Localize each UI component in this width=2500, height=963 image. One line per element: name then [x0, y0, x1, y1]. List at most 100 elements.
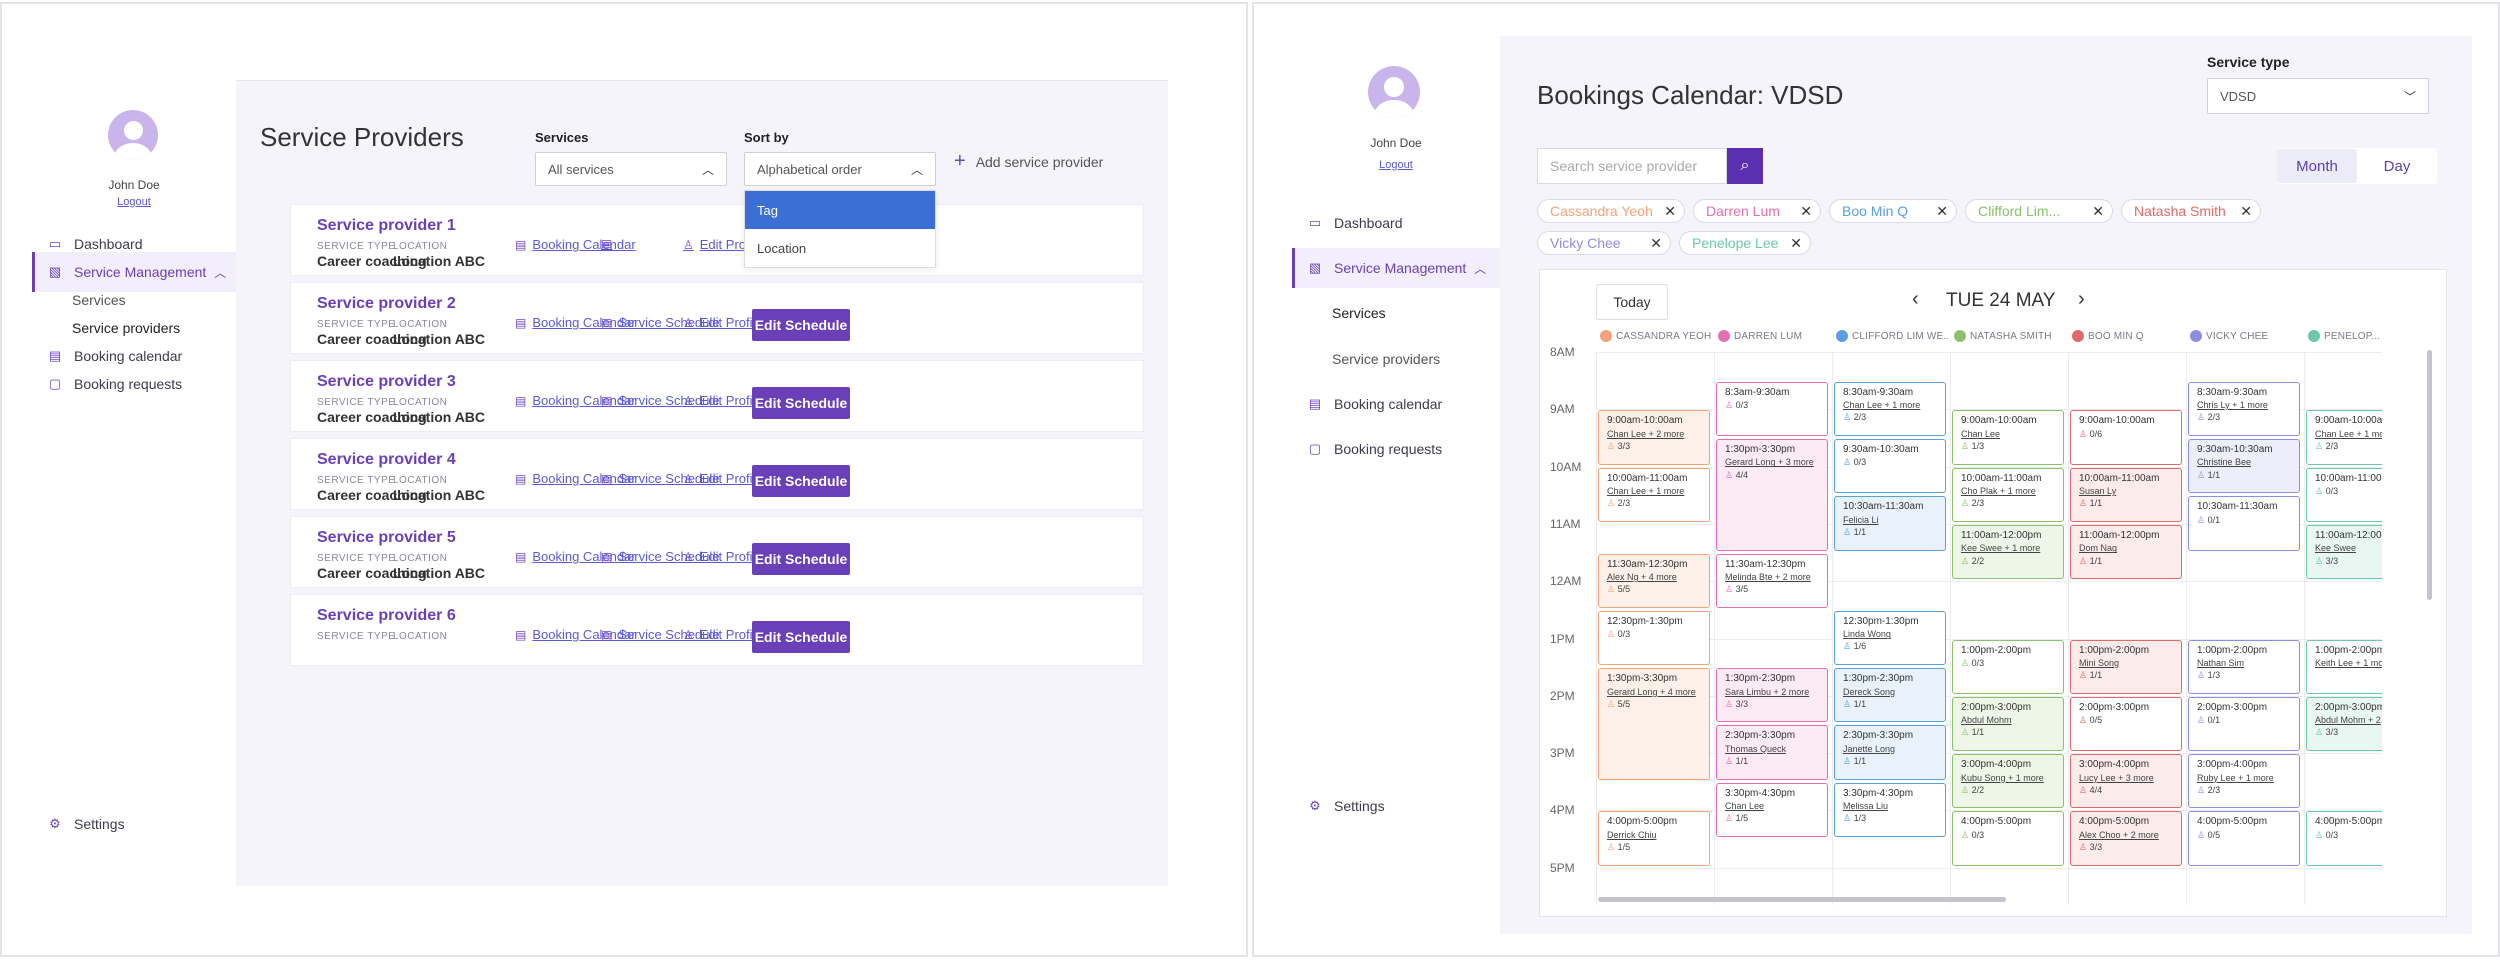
- booking-event[interactable]: 2:00pm-3:00pm Abdul Mohm ♙ 1/1: [1952, 696, 2064, 752]
- logout-link[interactable]: Logout: [1292, 159, 1500, 171]
- provider-name[interactable]: Service provider 4: [317, 451, 456, 469]
- logout-link[interactable]: Logout: [32, 196, 236, 208]
- event-attendees[interactable]: Abdul Mohm: [1961, 714, 2055, 726]
- booking-event[interactable]: 11:00am-12:00pm Dom Nag ♙ 1/1: [2070, 524, 2182, 580]
- booking-event[interactable]: 11:00am-12:00pm Kee Swee + 1 more ♙ 2/2: [1952, 524, 2064, 580]
- edit-profile-link[interactable]: ♙ Edit Profile: [683, 471, 763, 486]
- booking-event[interactable]: 8:3am-9:30am ♙ 0/3: [1716, 381, 1828, 436]
- booking-event[interactable]: 1:30pm-2:30pm Dereck Song ♙ 1/1: [1834, 668, 1946, 723]
- booking-event[interactable]: 1:30pm-3:30pm Gerard Long + 3 more ♙ 4/4: [1716, 438, 1828, 551]
- booking-event[interactable]: 4:00pm-5:00pm Derrick Chiu ♙ 1/5: [1598, 811, 1710, 866]
- booking-event[interactable]: 12:30pm-1:30pm ♙ 0/3: [1598, 610, 1710, 666]
- event-attendees[interactable]: Kee Swee: [2315, 542, 2382, 554]
- booking-event[interactable]: 9:00am-10:00am ♙ 0/6: [2070, 410, 2182, 465]
- booking-event[interactable]: 11:00am-12:00pmKee Swee♙ 3/3: [2306, 524, 2382, 580]
- event-attendees[interactable]: Gerard Long + 3 more: [1725, 456, 1819, 468]
- booking-event[interactable]: 10:30am-11:30am ♙ 0/1: [2188, 496, 2300, 551]
- provider-name[interactable]: Service provider 1: [317, 217, 456, 235]
- booking-event[interactable]: 2:30pm-3:30pm Thomas Queck ♙ 1/1: [1716, 725, 1828, 780]
- event-attendees[interactable]: Dereck Song: [1843, 686, 1937, 698]
- sidebar-item-service-management[interactable]: ▧ Service Management ︿: [1292, 248, 1500, 288]
- booking-event[interactable]: 3:00pm-4:00pm Lucy Lee + 3 more ♙ 4/4: [2070, 754, 2182, 809]
- services-filter-select[interactable]: All services ︿: [535, 152, 727, 186]
- sidebar-item-services[interactable]: Services: [1292, 293, 1500, 333]
- event-attendees[interactable]: Chan Lee + 1 more: [1843, 399, 1937, 411]
- edit-profile-link[interactable]: ♙ Edit Profile: [683, 627, 763, 642]
- event-attendees[interactable]: Susan Ly: [2079, 485, 2173, 497]
- booking-event[interactable]: 3:00pm-4:00pm Ruby Lee + 1 more ♙ 2/3: [2188, 754, 2300, 809]
- sidebar-item-booking-requests[interactable]: ▢ Booking requests: [32, 364, 236, 404]
- sidebar-item-dashboard[interactable]: ▭ Dashboard: [1292, 203, 1500, 243]
- edit-schedule-button[interactable]: Edit Schedule: [752, 387, 850, 419]
- event-attendees[interactable]: Sara Limbu + 2 more: [1725, 686, 1819, 698]
- booking-event[interactable]: 10:00am-11:00am♙ 0/3: [2306, 467, 2382, 522]
- sort-option-tag[interactable]: Tag: [745, 191, 935, 229]
- event-attendees[interactable]: Chan Lee: [1725, 800, 1819, 812]
- event-attendees[interactable]: Kee Swee + 1 more: [1961, 542, 2055, 554]
- provider-name[interactable]: Service provider 3: [317, 373, 456, 391]
- event-attendees[interactable]: Chan Lee + 1 more: [1607, 485, 1701, 497]
- event-attendees[interactable]: Chan Lee + 1 more: [2315, 428, 2382, 440]
- sidebar-item-booking-requests[interactable]: ▢ Booking requests: [1292, 429, 1500, 469]
- event-attendees[interactable]: Gerard Long + 4 more: [1607, 686, 1701, 698]
- booking-event[interactable]: 3:30pm-4:30pm Melissa Liu ♙ 1/3: [1834, 782, 1946, 838]
- search-input[interactable]: Search service provider: [1537, 148, 1727, 184]
- booking-event[interactable]: 2:00pm-3:00pm ♙ 0/1: [2188, 696, 2300, 752]
- close-icon[interactable]: ✕: [1800, 203, 1812, 220]
- booking-event[interactable]: 9:30am-10:30am ♙ 0/3: [1834, 438, 1946, 494]
- edit-schedule-button[interactable]: Edit Schedule: [752, 543, 850, 575]
- event-attendees[interactable]: Linda Wong: [1843, 628, 1937, 640]
- provider-name[interactable]: Service provider 5: [317, 529, 456, 547]
- event-attendees[interactable]: Ruby Lee + 1 more: [2197, 772, 2291, 784]
- service-schedule-link[interactable]: ▤: [601, 237, 618, 251]
- event-attendees[interactable]: Kubu Song + 1 more: [1961, 772, 2055, 784]
- month-view-button[interactable]: Month: [2277, 149, 2357, 183]
- close-icon[interactable]: ✕: [1650, 235, 1662, 252]
- chevron-left-icon[interactable]: ‹: [1912, 288, 1919, 311]
- event-attendees[interactable]: Melinda Bte + 2 more: [1725, 571, 1819, 583]
- service-type-select[interactable]: VDSD ﹀: [2207, 78, 2429, 114]
- event-attendees[interactable]: Derrick Chiu: [1607, 829, 1701, 841]
- sidebar-item-settings[interactable]: ⚙ Settings: [1292, 786, 1500, 826]
- booking-event[interactable]: 1:30pm-2:30pm Sara Limbu + 2 more ♙ 3/3: [1716, 668, 1828, 723]
- booking-event[interactable]: 10:00am-11:00am Cho Plak + 1 more ♙ 2/3: [1952, 467, 2064, 522]
- booking-event[interactable]: 1:00pm-2:00pm Nathan Sim ♙ 1/3: [2188, 639, 2300, 694]
- booking-event[interactable]: 3:00pm-4:00pm Kubu Song + 1 more ♙ 2/2: [1952, 754, 2064, 809]
- event-attendees[interactable]: Janette Long: [1843, 743, 1937, 755]
- event-attendees[interactable]: Thomas Queck: [1725, 743, 1819, 755]
- edit-profile-link[interactable]: ♙ Edit Profile: [683, 315, 763, 330]
- booking-event[interactable]: 4:00pm-5:00pm ♙ 0/5: [2188, 811, 2300, 866]
- event-attendees[interactable]: Alex Ng + 4 more: [1607, 571, 1701, 583]
- search-button[interactable]: ⌕: [1727, 148, 1763, 184]
- booking-event[interactable]: 10:00am-11:00am Susan Ly ♙ 1/1: [2070, 467, 2182, 522]
- chevron-right-icon[interactable]: ›: [2078, 288, 2085, 311]
- event-attendees[interactable]: Christine Bee: [2197, 456, 2291, 468]
- event-attendees[interactable]: Mini Song: [2079, 657, 2173, 669]
- booking-event[interactable]: 1:00pm-2:00pm Mini Song ♙ 1/1: [2070, 639, 2182, 694]
- event-attendees[interactable]: Felicia Li: [1843, 514, 1937, 526]
- booking-event[interactable]: 1:00pm-2:00pm ♙ 0/3: [1952, 639, 2064, 694]
- booking-event[interactable]: 9:30am-10:30am Christine Bee ♙ 1/1: [2188, 438, 2300, 494]
- booking-event[interactable]: 10:30am-11:30am Felicia Li ♙ 1/1: [1834, 496, 1946, 551]
- event-attendees[interactable]: Cho Plak + 1 more: [1961, 485, 2055, 497]
- event-attendees[interactable]: Chan Lee: [1961, 428, 2055, 440]
- booking-event[interactable]: 1:00pm-2:00pmKeith Lee + 1 more: [2306, 639, 2382, 694]
- provider-name[interactable]: Service provider 2: [317, 295, 456, 313]
- today-button[interactable]: Today: [1596, 284, 1668, 320]
- event-attendees[interactable]: Chan Lee + 2 more: [1607, 428, 1701, 440]
- edit-schedule-button[interactable]: Edit Schedule: [752, 309, 850, 341]
- edit-profile-link[interactable]: ♙ Edit Profile: [683, 393, 763, 408]
- provider-name[interactable]: Service provider 6: [317, 607, 456, 625]
- booking-event[interactable]: 9:00am-10:00am Chan Lee + 2 more ♙ 3/3: [1598, 410, 1710, 465]
- event-attendees[interactable]: Melissa Liu: [1843, 800, 1937, 812]
- booking-event[interactable]: 4:00pm-5:00pm ♙ 0/3: [1952, 811, 2064, 866]
- event-attendees[interactable]: Lucy Lee + 3 more: [2079, 772, 2173, 784]
- booking-event[interactable]: 3:30pm-4:30pm Chan Lee ♙ 1/5: [1716, 782, 1828, 838]
- event-attendees[interactable]: Dom Nag: [2079, 542, 2173, 554]
- horizontal-scrollbar[interactable]: [1598, 897, 2006, 902]
- vertical-scrollbar[interactable]: [2427, 350, 2432, 600]
- booking-event[interactable]: 2:00pm-3:00pm Abdul Mohm + 2 ♙ 3/3: [2306, 696, 2382, 752]
- booking-event[interactable]: 2:00pm-3:00pm ♙ 0/5: [2070, 696, 2182, 752]
- booking-event[interactable]: 11:30am-12:30pm Alex Ng + 4 more ♙ 5/5: [1598, 553, 1710, 608]
- sort-option-location[interactable]: Location: [745, 229, 935, 267]
